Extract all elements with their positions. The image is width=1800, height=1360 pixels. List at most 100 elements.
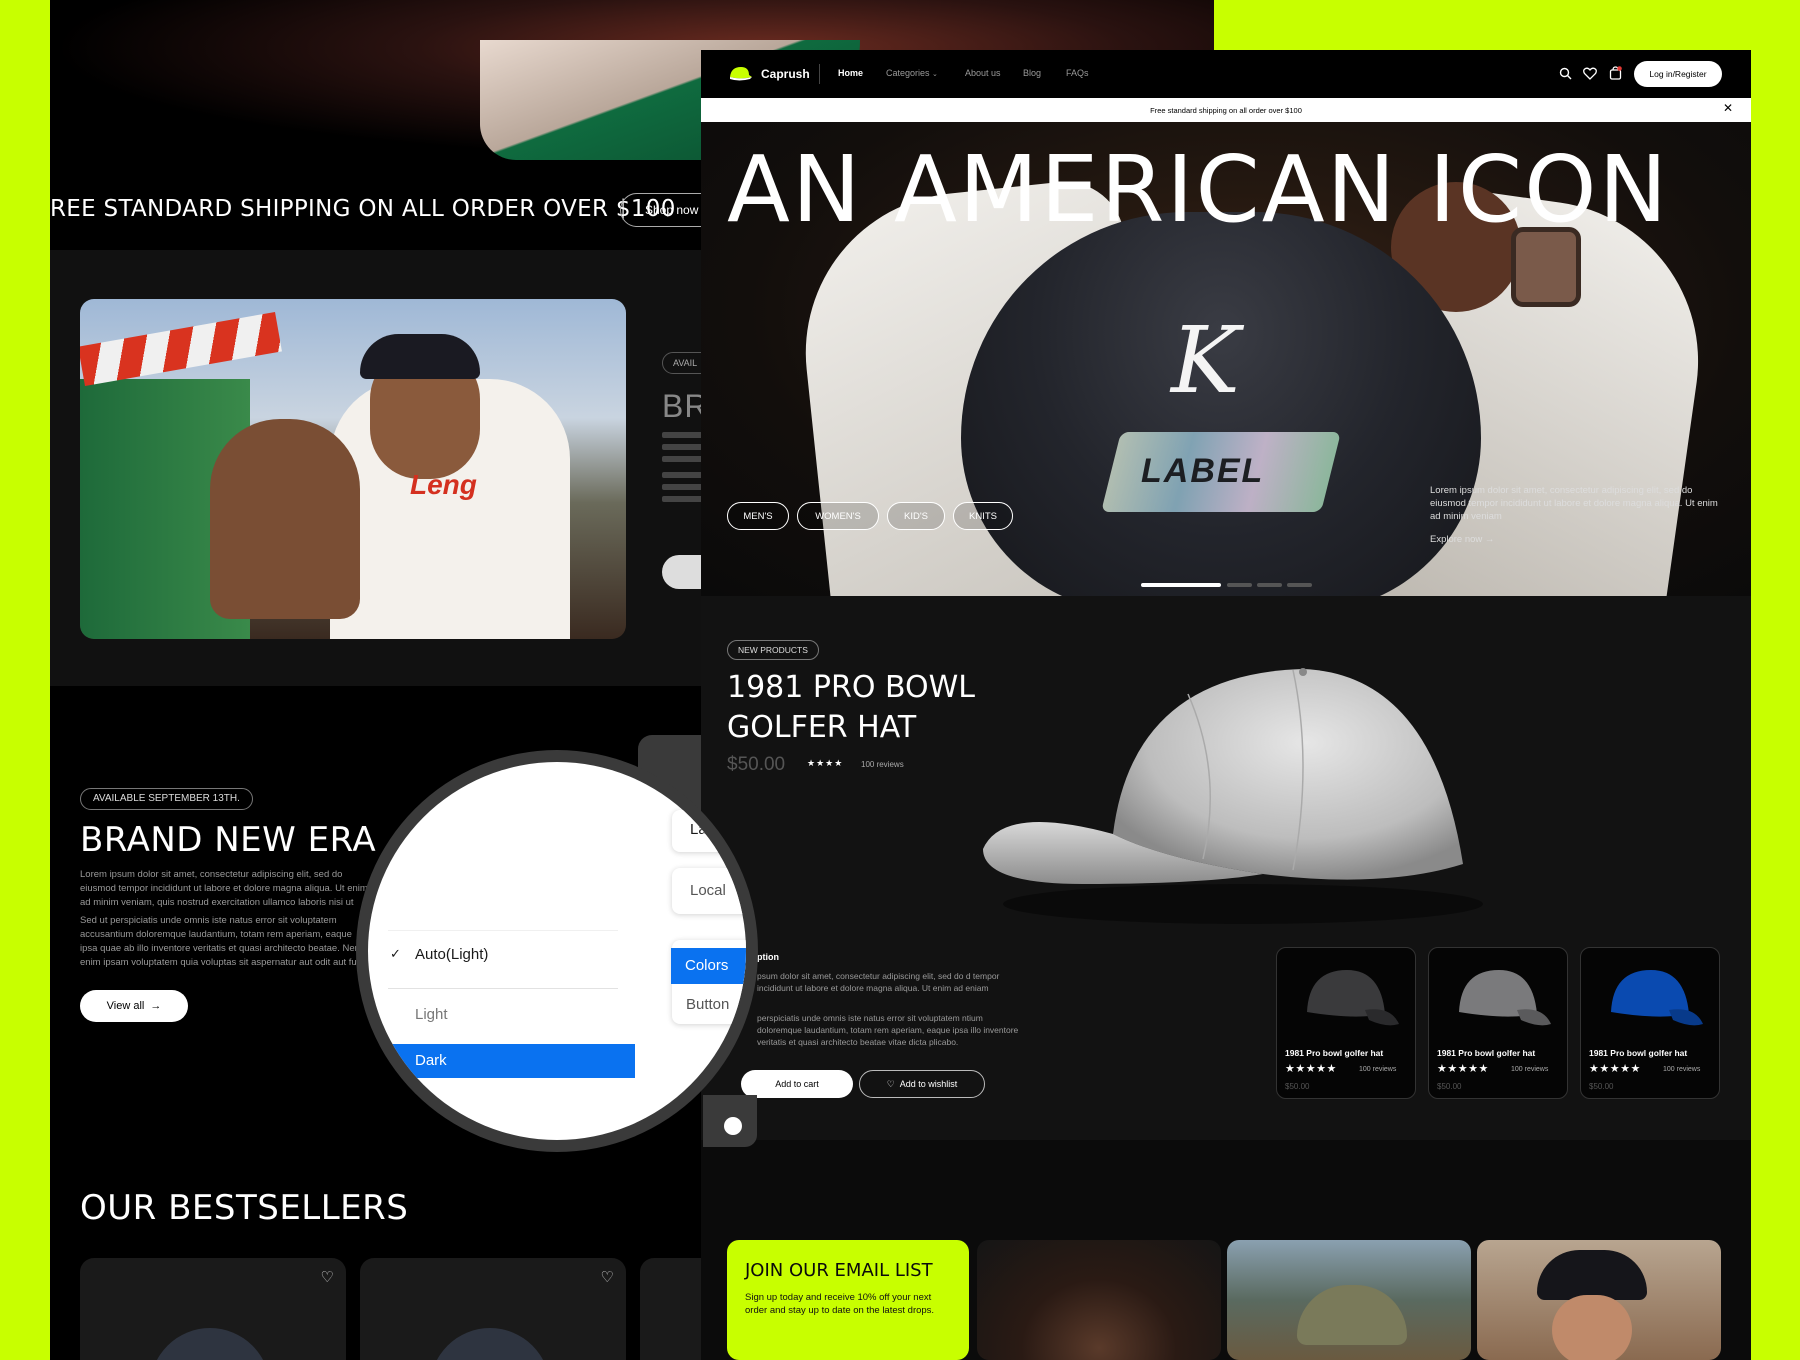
toggle-knob[interactable] bbox=[724, 1117, 742, 1135]
thumbnail-price: $50.00 bbox=[1437, 1082, 1462, 1091]
nav-categories[interactable]: Categories ⌄ bbox=[886, 68, 938, 78]
slide-indicator-active[interactable] bbox=[1141, 583, 1221, 587]
arrow-right-icon: → bbox=[150, 1000, 162, 1012]
cart-icon[interactable] bbox=[1606, 64, 1624, 82]
locale-label: Local bbox=[690, 882, 726, 899]
thumbnail-price: $50.00 bbox=[1285, 1082, 1310, 1091]
heart-icon: ♡ bbox=[886, 1078, 895, 1089]
review-count: 100 reviews bbox=[861, 760, 904, 769]
category-pill-womens[interactable]: WOMEN'S bbox=[797, 502, 879, 530]
thumbnail-cap-image bbox=[1459, 970, 1551, 1026]
era-tag: AVAILABLE SEPTEMBER 13TH. bbox=[80, 788, 253, 810]
gallery-image[interactable] bbox=[1227, 1240, 1471, 1360]
nav-categories-label: Categories bbox=[886, 68, 930, 78]
gallery-image[interactable] bbox=[1477, 1240, 1721, 1360]
thumbnail-name: 1981 Pro bowl golfer hat bbox=[1437, 1048, 1536, 1058]
product-price: $50.00 bbox=[727, 754, 786, 775]
era-paragraph: Lorem ipsum dolor sit amet, consectetur … bbox=[80, 869, 368, 908]
nav-divider bbox=[819, 64, 820, 84]
era-paragraph: Sed ut perspiciatis unde omnis iste natu… bbox=[80, 915, 369, 968]
add-to-wishlist-label: Add to wishlist bbox=[899, 1079, 958, 1089]
add-to-cart-label: Add to cart bbox=[775, 1079, 819, 1089]
gallery-image[interactable] bbox=[977, 1240, 1221, 1360]
theme-option-dark[interactable]: Dark bbox=[368, 1044, 635, 1078]
buttons-menu-item[interactable]: Button bbox=[686, 996, 729, 1013]
email-signup-card[interactable]: JOIN OUR EMAIL LIST Sign up today and re… bbox=[727, 1240, 969, 1360]
login-register-button[interactable]: Log in/Register bbox=[1634, 61, 1722, 87]
description-text: perspiciatis unde omnis iste natus error… bbox=[757, 1013, 1019, 1047]
description-text: psum dolor sit amet, consectetur adipisc… bbox=[757, 971, 1000, 993]
nav-about[interactable]: About us bbox=[965, 68, 1001, 78]
bestseller-card[interactable]: ♡ bbox=[80, 1258, 346, 1360]
view-all-label: View all bbox=[106, 1000, 145, 1012]
category-pill-knits[interactable]: KNITS bbox=[953, 502, 1013, 530]
thumbnail-reviews: 100 reviews bbox=[1359, 1066, 1397, 1073]
brand-name[interactable]: Caprush bbox=[761, 67, 810, 81]
theme-option-dark-label: Dark bbox=[415, 1052, 447, 1069]
email-text: Sign up today and receive 10% off your n… bbox=[745, 1292, 935, 1316]
thumbnail-stars: ★★★★★ bbox=[1285, 1063, 1337, 1075]
product-title: 1981 PRO BOWL GOLFER HAT bbox=[727, 670, 976, 745]
thumbnail-stars: ★★★★★ bbox=[1589, 1063, 1641, 1075]
thumbnail-name: 1981 Pro bowl golfer hat bbox=[1589, 1048, 1688, 1058]
heart-icon[interactable] bbox=[1581, 64, 1599, 82]
colors-menu-item[interactable]: Colors bbox=[671, 948, 746, 984]
slide-indicator[interactable] bbox=[1287, 583, 1312, 587]
add-to-wishlist-button[interactable]: ♡ Add to wishlist bbox=[859, 1070, 985, 1098]
explore-now-label: Explore now bbox=[1430, 534, 1483, 545]
category-pill-mens[interactable]: MEN'S bbox=[727, 502, 789, 530]
bestseller-card[interactable]: ♡ bbox=[360, 1258, 626, 1360]
nav-home[interactable]: Home bbox=[838, 68, 863, 78]
nav-faqs[interactable]: FAQs bbox=[1066, 68, 1089, 78]
product-thumbnail[interactable]: 1981 Pro bowl golfer hat ★★★★★ 100 revie… bbox=[1428, 947, 1568, 1099]
chevron-down-icon: ⌄ bbox=[932, 71, 938, 78]
new-products-tag: NEW PRODUCTS bbox=[727, 640, 819, 660]
colors-label: Colors bbox=[685, 957, 729, 974]
product-thumbnail[interactable]: 1981 Pro bowl golfer hat ★★★★★ 100 revie… bbox=[1580, 947, 1720, 1099]
explore-now-link[interactable]: Explore now → bbox=[1430, 534, 1494, 545]
add-to-cart-button[interactable]: Add to cart bbox=[741, 1070, 853, 1098]
thumbnail-reviews: 100 reviews bbox=[1511, 1066, 1549, 1073]
view-all-button[interactable]: View all → bbox=[80, 990, 188, 1022]
hero-cap-patch: LABEL bbox=[1141, 452, 1265, 490]
product-thumbnail[interactable]: 1981 Pro bowl golfer hat ★★★★★ 100 revie… bbox=[1276, 947, 1416, 1099]
hero-title: AN AMERICAN ICON bbox=[727, 136, 1670, 243]
front-page: Caprush Home Categories ⌄ About us Blog … bbox=[701, 50, 1751, 1360]
lifestyle-photo: Leng bbox=[80, 299, 626, 639]
slide-indicator[interactable] bbox=[1257, 583, 1282, 587]
menu-divider bbox=[388, 930, 618, 931]
menu-divider bbox=[388, 988, 618, 989]
bestsellers-heading: OUR BESTSELLERS bbox=[80, 1188, 409, 1228]
search-icon[interactable] bbox=[1556, 64, 1574, 82]
locale-menu-item[interactable]: Local bbox=[672, 868, 746, 914]
thumbnail-cap-image bbox=[1307, 970, 1399, 1026]
rating-stars: ★★★★ bbox=[807, 758, 844, 768]
thumbnail-stars: ★★★★★ bbox=[1437, 1063, 1489, 1075]
email-heading: JOIN OUR EMAIL LIST bbox=[745, 1260, 933, 1281]
checkmark-icon: ✓ bbox=[390, 946, 401, 961]
shipping-banner-text: REE STANDARD SHIPPING ON ALL ORDER OVER … bbox=[50, 196, 676, 222]
language-label: La bbox=[690, 821, 707, 838]
theme-menu-magnifier: La Local Colors Button ✓ Auto(Light) Lig… bbox=[368, 762, 746, 1140]
era-heading: BRAND NEW ERA bbox=[80, 820, 377, 860]
nav-blog[interactable]: Blog bbox=[1023, 68, 1041, 78]
heart-icon[interactable]: ♡ bbox=[321, 1268, 334, 1286]
hero-description: Lorem ipsum dolor sit amet, consectetur … bbox=[1430, 485, 1718, 522]
theme-option-auto[interactable]: Auto(Light) bbox=[415, 946, 488, 963]
announcement-bar: Free standard shipping on all order over… bbox=[701, 98, 1751, 122]
thumbnail-cap-image bbox=[1611, 970, 1703, 1026]
thumbnail-price: $50.00 bbox=[1589, 1082, 1614, 1091]
heart-icon[interactable]: ♡ bbox=[601, 1268, 614, 1286]
language-menu-item[interactable]: La bbox=[672, 810, 746, 852]
hero-cap-monogram: K bbox=[1171, 307, 1240, 414]
slide-indicator[interactable] bbox=[1227, 583, 1252, 587]
close-icon[interactable]: ✕ bbox=[1723, 101, 1733, 115]
theme-option-light[interactable]: Light bbox=[415, 1006, 448, 1023]
cap-logo-icon bbox=[730, 67, 752, 81]
thumbnail-name: 1981 Pro bowl golfer hat bbox=[1285, 1048, 1384, 1058]
category-pill-kids[interactable]: KID'S bbox=[887, 502, 945, 530]
description-heading: ption bbox=[757, 952, 779, 962]
thumbnail-reviews: 100 reviews bbox=[1663, 1066, 1701, 1073]
product-image bbox=[983, 668, 1483, 924]
arrow-right-icon: → bbox=[1484, 534, 1495, 545]
